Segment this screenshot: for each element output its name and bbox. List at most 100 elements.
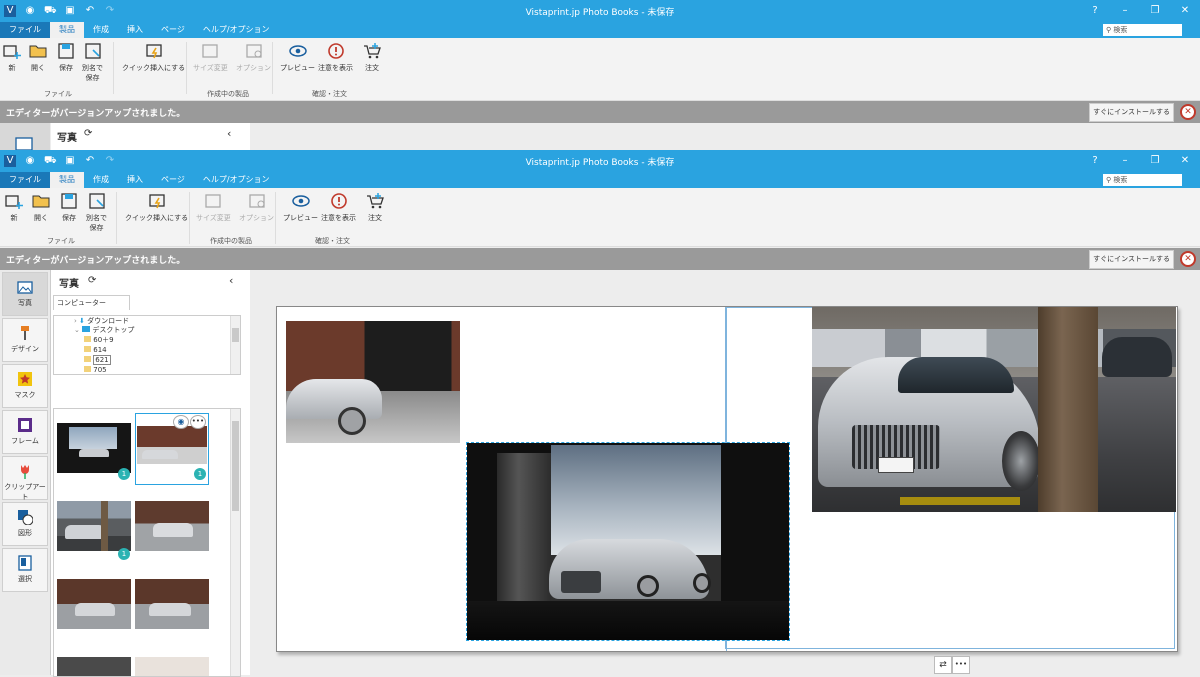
- tree-item-downloads[interactable]: › ⬇ ダウンロード: [74, 317, 129, 326]
- more-options-icon[interactable]: •••: [190, 415, 206, 429]
- tab-file[interactable]: ファイル: [0, 172, 50, 188]
- tree-folder[interactable]: 614: [84, 346, 107, 355]
- tab-product[interactable]: 製品: [50, 22, 84, 38]
- maximize-button[interactable]: ❐: [1140, 0, 1170, 22]
- new-button[interactable]: 新: [2, 42, 22, 73]
- tab-help[interactable]: ヘルプ/オプション: [194, 22, 279, 38]
- brush-icon: [21, 326, 29, 340]
- help-button[interactable]: ?: [1080, 150, 1110, 172]
- tree-folder-selected[interactable]: 621: [84, 355, 111, 365]
- rail-item-mask[interactable]: マスク: [2, 364, 48, 408]
- search-input[interactable]: ⚲ 検索: [1103, 174, 1182, 186]
- rail-item-design[interactable]: デザイン: [2, 318, 48, 362]
- photo-thumbnail[interactable]: [135, 579, 209, 629]
- refresh-icon[interactable]: ⟳: [88, 275, 96, 286]
- preview-button[interactable]: プレビュー: [280, 42, 315, 73]
- photo-book-spread: [276, 306, 1178, 652]
- update-notice-text: エディターがバージョンアップされました。: [6, 109, 186, 119]
- save-button[interactable]: 保存: [59, 192, 79, 223]
- options-button[interactable]: オプション: [236, 42, 271, 73]
- bg-rail-photo[interactable]: [0, 123, 50, 150]
- panel-title: 写真: [59, 279, 79, 290]
- photo-thumbnail[interactable]: [57, 657, 131, 676]
- tab-product[interactable]: 製品: [50, 172, 84, 188]
- save-button[interactable]: 保存: [56, 42, 76, 73]
- window-controls: ? – ❐ ✕: [1080, 150, 1200, 172]
- collapse-panel-icon[interactable]: ‹: [229, 274, 233, 287]
- tab-create[interactable]: 作成: [84, 172, 118, 188]
- tab-help[interactable]: ヘルプ/オプション: [194, 172, 279, 188]
- bg-title-bar: V ◉ ⛟ ▣ ↶ ↷ Vistaprint.jp Photo Books - …: [0, 0, 1200, 22]
- photo-thumbnail[interactable]: [135, 657, 209, 676]
- order-button[interactable]: 注文: [365, 192, 385, 223]
- save-as-button[interactable]: 別名で 保存: [86, 192, 107, 233]
- save-as-icon: [88, 193, 105, 209]
- menu-bar: ファイル 製品 作成 挿入 ページ ヘルプ/オプション ⚲ 検索: [0, 172, 1200, 188]
- bg-window-controls: ? – ❐ ✕: [1080, 0, 1200, 22]
- preview-button[interactable]: プレビュー: [283, 192, 318, 223]
- maximize-button[interactable]: ❐: [1140, 150, 1170, 172]
- close-notice-icon[interactable]: ✕: [1180, 104, 1196, 120]
- tab-page[interactable]: ページ: [152, 22, 194, 38]
- tab-file[interactable]: ファイル: [0, 22, 50, 38]
- search-input[interactable]: ⚲ 検索: [1103, 24, 1182, 36]
- save-as-icon: [84, 43, 101, 59]
- rail-item-clipart[interactable]: クリップアート: [2, 456, 48, 501]
- bg-menu-bar: ファイル 製品 作成 挿入 ページ ヘルプ/オプション ⚲ 検索: [0, 22, 1200, 38]
- rail-item-photo[interactable]: 写真: [2, 272, 48, 316]
- photo-thumbnail[interactable]: [57, 579, 131, 629]
- bg-ribbon: 新 開く 保存 別名で 保存 ファイル クイック挿入にする サイズ変更 オプション…: [0, 38, 1200, 101]
- photo-thumbnail[interactable]: [57, 501, 131, 551]
- tree-item-desktop[interactable]: ⌄ デスクトップ: [74, 326, 134, 335]
- resize-button[interactable]: サイズ変更: [193, 42, 228, 73]
- tree-folder[interactable]: 60＋9: [84, 336, 114, 345]
- ribbon-divider: [116, 192, 117, 244]
- rail-item-select[interactable]: 選択: [2, 548, 48, 592]
- preview-eye-icon[interactable]: ◉: [173, 415, 189, 429]
- close-button[interactable]: ✕: [1170, 0, 1200, 22]
- tree-scrollbar[interactable]: [230, 316, 240, 374]
- photo-thumbnail[interactable]: [135, 501, 209, 551]
- close-notice-icon[interactable]: ✕: [1180, 251, 1196, 267]
- save-as-button[interactable]: 別名で 保存: [82, 42, 103, 83]
- ribbon-divider: [189, 192, 190, 244]
- usage-count-badge: 1: [118, 548, 130, 560]
- tab-computer[interactable]: コンピューター: [53, 295, 130, 310]
- resize-icon: [205, 194, 222, 208]
- minimize-button[interactable]: –: [1110, 0, 1140, 22]
- minimize-button[interactable]: –: [1110, 150, 1140, 172]
- rail-item-shape[interactable]: 図形: [2, 502, 48, 546]
- placed-photo[interactable]: [286, 321, 460, 443]
- refresh-icon[interactable]: ⟳: [84, 128, 92, 139]
- quick-insert-button[interactable]: クイック挿入にする: [122, 42, 185, 73]
- swap-pages-icon[interactable]: ⇄: [934, 656, 952, 674]
- rail-item-frame[interactable]: フレーム: [2, 410, 48, 454]
- tree-folder[interactable]: 705: [84, 366, 107, 375]
- options-icon: [248, 194, 265, 208]
- new-button[interactable]: 新: [4, 192, 24, 223]
- quick-insert-button[interactable]: クイック挿入にする: [125, 192, 188, 223]
- close-button[interactable]: ✕: [1170, 150, 1200, 172]
- photo-thumbnail[interactable]: [57, 423, 131, 473]
- tab-page[interactable]: ページ: [152, 172, 194, 188]
- tab-insert[interactable]: 挿入: [118, 172, 152, 188]
- bg-update-notice-bar: エディターがバージョンアップされました。 すぐにインストールする ✕: [0, 101, 1200, 123]
- open-button[interactable]: 開く: [28, 42, 48, 73]
- resize-button[interactable]: サイズ変更: [196, 192, 231, 223]
- quick-insert-icon: [148, 194, 165, 209]
- install-now-button[interactable]: すぐにインストールする: [1089, 250, 1174, 269]
- tab-create[interactable]: 作成: [84, 22, 118, 38]
- install-now-button[interactable]: すぐにインストールする: [1089, 103, 1174, 122]
- thumbnails-scrollbar[interactable]: [230, 409, 240, 676]
- collapse-panel-icon[interactable]: ‹: [227, 127, 231, 140]
- options-button[interactable]: オプション: [239, 192, 274, 223]
- selected-placed-photo[interactable]: [466, 442, 790, 641]
- warnings-button[interactable]: 注意を表示: [321, 192, 356, 223]
- open-button[interactable]: 開く: [31, 192, 51, 223]
- warnings-button[interactable]: 注意を表示: [318, 42, 353, 73]
- more-options-icon[interactable]: •••: [952, 656, 970, 674]
- tab-insert[interactable]: 挿入: [118, 22, 152, 38]
- order-button[interactable]: 注文: [362, 42, 382, 73]
- help-button[interactable]: ?: [1080, 0, 1110, 22]
- placed-photo[interactable]: [812, 307, 1176, 512]
